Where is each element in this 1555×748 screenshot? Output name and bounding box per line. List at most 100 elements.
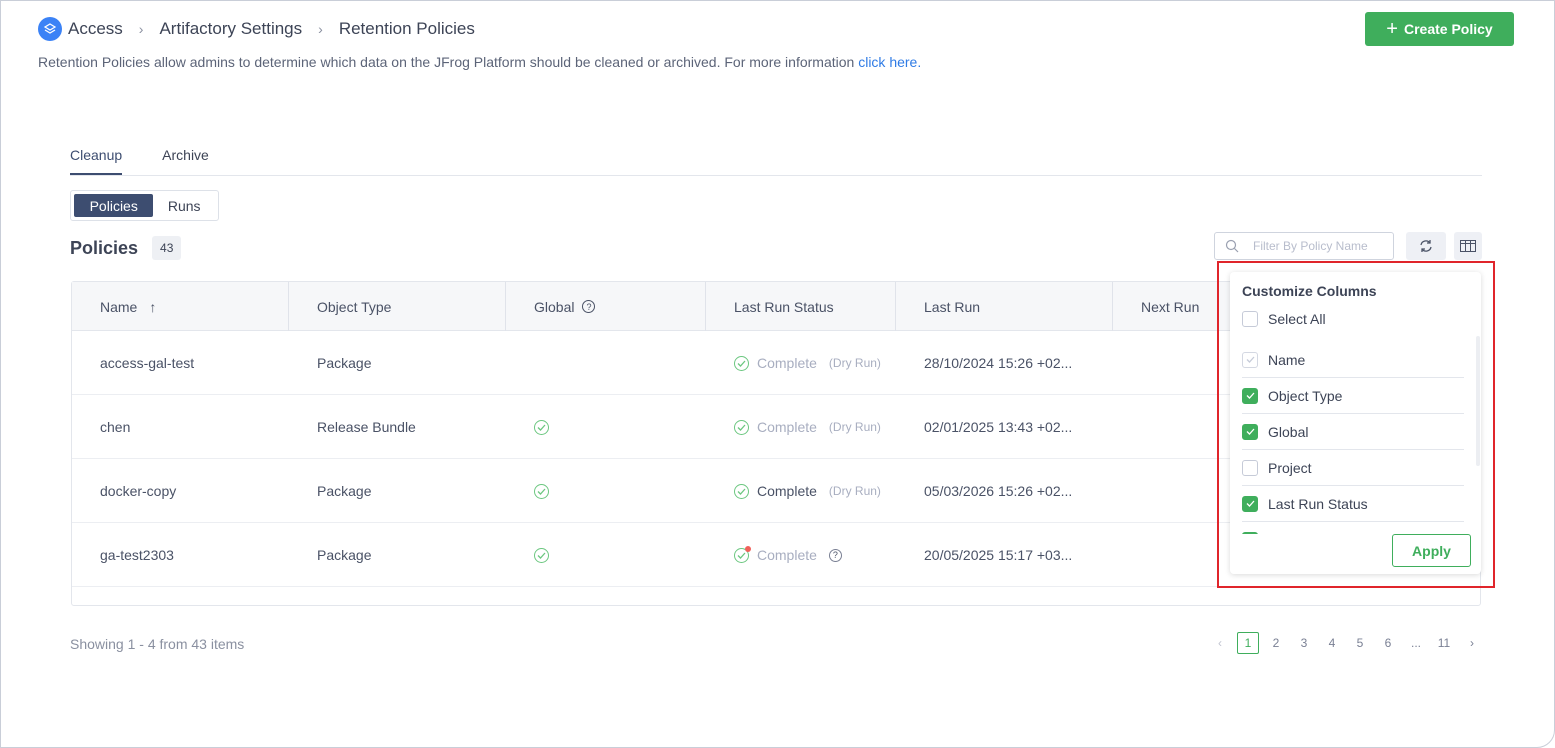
option-label: Select All bbox=[1268, 311, 1326, 327]
sort-ascending-icon[interactable]: ↑ bbox=[149, 299, 156, 315]
cell-last-run: 20/05/2025 15:17 +03... bbox=[924, 547, 1073, 563]
cell-name[interactable]: chen bbox=[72, 395, 130, 459]
page-button[interactable]: 3 bbox=[1290, 632, 1318, 654]
status-note: (Dry Run) bbox=[828, 356, 881, 370]
checkbox[interactable] bbox=[1242, 495, 1258, 512]
column-header-global[interactable]: Global? bbox=[506, 282, 706, 331]
checkbox[interactable] bbox=[1242, 311, 1258, 327]
check-circle-icon bbox=[734, 483, 749, 499]
divider bbox=[70, 175, 1482, 176]
prev-page-button[interactable]: ‹ bbox=[1206, 632, 1234, 654]
policies-heading: Policies 43 bbox=[70, 236, 182, 260]
page-number: 5 bbox=[1356, 636, 1364, 650]
help-icon[interactable]: ? bbox=[828, 548, 842, 562]
header-label: Global bbox=[534, 298, 575, 315]
header-label: Last Run Status bbox=[734, 298, 834, 315]
cell-name[interactable]: ga-test2303 bbox=[72, 523, 174, 587]
cell-global bbox=[506, 459, 549, 523]
column-header-last-run[interactable]: Last Run bbox=[896, 282, 1113, 331]
checkbox[interactable] bbox=[1242, 423, 1258, 440]
column-header-name[interactable]: Name ↑ bbox=[72, 282, 289, 331]
chevron-right-icon: › bbox=[318, 21, 323, 37]
check-circle-icon bbox=[534, 419, 549, 435]
columns-icon bbox=[1460, 240, 1476, 252]
page-button[interactable]: 4 bbox=[1318, 632, 1346, 654]
section-title: Policies bbox=[70, 237, 139, 258]
search-icon bbox=[1225, 239, 1239, 253]
page-number: 6 bbox=[1384, 636, 1392, 650]
checkbox[interactable] bbox=[1242, 531, 1258, 534]
check-circle-icon bbox=[534, 483, 549, 499]
option-label: Object Type bbox=[1268, 387, 1343, 404]
filter-search bbox=[1214, 232, 1394, 260]
page-button[interactable]: 11 bbox=[1430, 632, 1458, 654]
filter-input[interactable] bbox=[1253, 239, 1383, 253]
column-option[interactable]: Object Type bbox=[1242, 378, 1464, 414]
customize-columns-button[interactable] bbox=[1454, 232, 1482, 260]
refresh-button[interactable] bbox=[1406, 232, 1446, 260]
select-all-checkbox[interactable]: Select All bbox=[1242, 301, 1464, 337]
segment-policies[interactable]: Policies bbox=[74, 194, 154, 217]
cell-global bbox=[506, 331, 534, 395]
page-number: 4 bbox=[1328, 636, 1336, 650]
customize-columns-popup: Customize Columns Select All Name Object … bbox=[1230, 272, 1481, 574]
option-label: Last Run Status bbox=[1268, 495, 1368, 512]
page-number: ... bbox=[1410, 636, 1421, 650]
checkbox[interactable] bbox=[1242, 387, 1258, 404]
header-label: Name bbox=[100, 298, 138, 315]
next-page-button[interactable]: › bbox=[1458, 632, 1486, 654]
cell-last-run-status: Complete (Dry Run) bbox=[706, 459, 881, 523]
page-button[interactable]: 2 bbox=[1262, 632, 1290, 654]
status-note: (Dry Run) bbox=[828, 420, 881, 434]
create-policy-label: Create Policy bbox=[1403, 21, 1493, 37]
cell-object-type: Package bbox=[317, 483, 372, 499]
more-info-link[interactable]: click here. bbox=[858, 54, 921, 70]
breadcrumb-retention-policies: Retention Policies bbox=[338, 19, 475, 38]
apply-button[interactable]: Apply bbox=[1392, 534, 1471, 567]
option-label: Project bbox=[1268, 459, 1312, 476]
tab-cleanup[interactable]: Cleanup bbox=[70, 147, 123, 175]
cell-last-run-status: Complete (Dry Run) bbox=[706, 331, 881, 395]
refresh-icon bbox=[1420, 240, 1432, 252]
column-header-last-run-status[interactable]: Last Run Status bbox=[706, 282, 896, 331]
check-circle-icon bbox=[734, 419, 749, 435]
column-header-object-type[interactable]: Object Type bbox=[289, 282, 506, 331]
plus-icon: + bbox=[1386, 17, 1398, 40]
column-option[interactable]: Name bbox=[1242, 342, 1464, 378]
column-option[interactable]: Last Run Status bbox=[1242, 486, 1464, 522]
cell-name[interactable]: docker-copy bbox=[72, 459, 176, 523]
column-option[interactable] bbox=[1242, 522, 1464, 534]
cell-last-run: 05/03/2026 15:26 +02... bbox=[924, 483, 1073, 499]
cell-name[interactable]: access-gal-test bbox=[72, 331, 194, 395]
cell-object-type: Release Bundle bbox=[317, 419, 416, 435]
checkbox[interactable] bbox=[1242, 351, 1258, 368]
breadcrumb: Access › Artifactory Settings › Retentio… bbox=[38, 17, 475, 41]
cell-last-run: 28/10/2024 15:26 +02... bbox=[924, 355, 1073, 371]
chevron-right-icon: › bbox=[138, 21, 144, 37]
header-label: Object Type bbox=[317, 298, 392, 315]
cell-last-run-status: Complete (Dry Run) bbox=[706, 395, 881, 459]
header-label: Last Run bbox=[924, 298, 981, 315]
page-button[interactable]: 1 bbox=[1234, 632, 1262, 654]
breadcrumb-artifactory-settings[interactable]: Artifactory Settings bbox=[159, 19, 302, 39]
cell-last-run-status: Complete? bbox=[706, 523, 842, 587]
page-button[interactable]: 6 bbox=[1374, 632, 1402, 654]
cell-object-type: Package bbox=[317, 547, 372, 563]
create-policy-button[interactable]: + Create Policy bbox=[1365, 12, 1514, 46]
page-button[interactable]: ... bbox=[1402, 632, 1430, 654]
scrollbar[interactable] bbox=[1476, 336, 1480, 466]
tab-archive[interactable]: Archive bbox=[162, 147, 209, 175]
segment-runs[interactable]: Runs bbox=[153, 194, 215, 217]
header-label: Next Run bbox=[1141, 298, 1200, 315]
column-option[interactable]: Project bbox=[1242, 450, 1464, 486]
breadcrumb-access[interactable]: Access bbox=[68, 19, 123, 39]
checkbox[interactable] bbox=[1242, 459, 1258, 476]
column-options-list: Name Object Type Global Project Last Run Sta… bbox=[1230, 342, 1481, 534]
status-text: Complete bbox=[757, 483, 817, 499]
tabs: Cleanup Archive bbox=[70, 147, 209, 175]
column-option[interactable]: Global bbox=[1242, 414, 1464, 450]
status-text: Complete bbox=[757, 355, 817, 371]
page-button[interactable]: 5 bbox=[1346, 632, 1374, 654]
help-icon[interactable]: ? bbox=[582, 300, 596, 313]
page-number: 1 bbox=[1237, 632, 1259, 654]
